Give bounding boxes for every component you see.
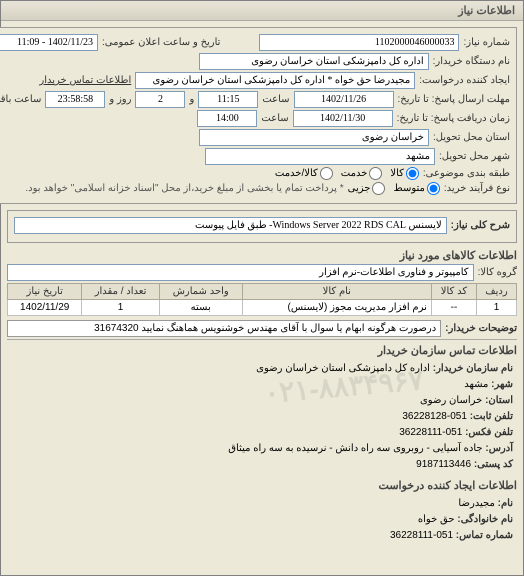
- category-radio-group: کالا خدمت کالا/خدمت: [275, 167, 419, 180]
- time-label-1: ساعت: [262, 94, 289, 105]
- need-desc-input[interactable]: [14, 217, 447, 234]
- org-fax-value: 051-36228111: [399, 427, 462, 438]
- cat-both-radio[interactable]: [320, 167, 333, 180]
- goods-group-input[interactable]: [7, 264, 474, 281]
- table-header-row: ردیف کد کالا نام کالا واحد شمارش تعداد /…: [8, 284, 517, 300]
- pt-minor-radio[interactable]: [372, 182, 385, 195]
- cat-both-option[interactable]: کالا/خدمت: [275, 167, 333, 180]
- need-no-input[interactable]: [259, 34, 459, 51]
- th-name: نام کالا: [242, 284, 431, 300]
- time-label-2: ساعت: [261, 113, 288, 124]
- req-creator-block: نام: مجیدرضا نام خانوادگی: حق خواه شماره…: [7, 494, 517, 546]
- buyer-org-label: نام دستگاه خریدار:: [433, 56, 510, 67]
- req-creator-header: اطلاعات ایجاد کننده درخواست: [7, 479, 517, 492]
- purchase-type-label: نوع فرآیند خرید:: [444, 183, 510, 194]
- org-name-label: نام سازمان خریدار:: [433, 363, 513, 374]
- buyer-notes-box: درصورت هرگونه ابهام یا سوال با آقای مهند…: [7, 320, 441, 337]
- deadline-date-input[interactable]: [294, 91, 394, 108]
- cat-service-label: خدمت: [341, 168, 368, 179]
- need-no-label: شماره نیاز:: [463, 37, 510, 48]
- receive-date-input[interactable]: [293, 110, 393, 127]
- cat-goods-option[interactable]: کالا: [390, 167, 419, 180]
- td-unit: بسته: [159, 300, 242, 316]
- cat-both-label: کالا/خدمت: [275, 168, 318, 179]
- buyer-notes-label: توضیحات خریدار:: [445, 323, 517, 334]
- days-remain-input[interactable]: [135, 91, 185, 108]
- city-label: شهر محل تحویل:: [439, 151, 510, 162]
- org-city-value: مشهد: [464, 379, 488, 390]
- purchase-type-radio-group: متوسط جزیی: [348, 182, 440, 195]
- province-label: استان محل تحویل:: [433, 132, 510, 143]
- org-province-label: استان:: [485, 395, 513, 406]
- cat-goods-label: کالا: [390, 168, 404, 179]
- td-name: نرم افزار مدیریت مجوز (لایسنس): [242, 300, 431, 316]
- remain-label: ساعت باقی مانده: [0, 94, 41, 105]
- buyer-org-input[interactable]: [199, 53, 429, 70]
- pt-medium-option[interactable]: متوسط: [393, 182, 439, 195]
- and-label: و: [189, 94, 194, 105]
- th-date: تاریخ نیاز: [8, 284, 82, 300]
- pt-medium-radio[interactable]: [427, 182, 440, 195]
- td-row: 1: [476, 300, 516, 316]
- cat-service-radio[interactable]: [369, 167, 382, 180]
- main-window: اطلاعات نیاز شماره نیاز: تاریخ و ساعت اع…: [0, 0, 524, 576]
- contact-link[interactable]: اطلاعات تماس خریدار: [39, 75, 131, 86]
- rc-family-label: نام خانوادگی:: [457, 514, 513, 525]
- rc-tel-label: شماره تماس:: [456, 530, 513, 541]
- pt-medium-label: متوسط: [393, 183, 424, 194]
- city-input[interactable]: [205, 148, 435, 165]
- announce-input[interactable]: [0, 34, 98, 51]
- rc-tel-value: 051-36228111: [390, 530, 453, 541]
- category-label: طبقه بندی موضوعی:: [423, 168, 510, 179]
- need-desc-label: شرح کلی نیاز:: [451, 220, 510, 231]
- days-label: روز و: [109, 94, 131, 105]
- pt-minor-label: جزیی: [348, 183, 371, 194]
- org-contact-header: اطلاعات تماس سازمان خریدار: [7, 344, 517, 357]
- deadline-time-input[interactable]: [198, 91, 258, 108]
- org-post-label: کد پستی:: [474, 459, 513, 470]
- cat-service-option[interactable]: خدمت: [341, 167, 383, 180]
- purchase-note: * پرداخت تمام یا بخشی از مبلغ خرید،از مح…: [25, 183, 343, 194]
- creator-label: ایجاد کننده درخواست:: [419, 75, 510, 86]
- th-row: ردیف: [476, 284, 516, 300]
- org-city-label: شهر:: [491, 379, 513, 390]
- receive-time-input[interactable]: [197, 110, 257, 127]
- org-tel-value: 051-36228128: [402, 411, 467, 422]
- announce-label: تاریخ و ساعت اعلان عمومی:: [102, 37, 221, 48]
- goods-header: اطلاعات کالاهای مورد نیاز: [7, 249, 517, 262]
- org-tel-label: تلفن ثابت:: [470, 411, 513, 422]
- org-addr-value: جاده آسیایی - روبروی سه راه دانش - نرسید…: [228, 443, 482, 454]
- need-desc-group: شرح کلی نیاز:: [7, 210, 517, 243]
- province-input[interactable]: [199, 129, 429, 146]
- td-code: --: [431, 300, 476, 316]
- rc-name-label: نام:: [498, 498, 513, 509]
- cat-goods-radio[interactable]: [406, 167, 419, 180]
- org-name-value: اداره کل دامپزشکی استان خراسان رضوی: [256, 363, 430, 374]
- org-contact-block: نام سازمان خریدار: اداره کل دامپزشکی است…: [7, 359, 517, 475]
- table-row[interactable]: 1 -- نرم افزار مدیریت مجوز (لایسنس) بسته…: [8, 300, 517, 316]
- org-addr-label: آدرس:: [485, 443, 513, 454]
- th-qty: تعداد / مقدار: [82, 284, 159, 300]
- org-province-value: خراسان رضوی: [420, 395, 482, 406]
- goods-table: ردیف کد کالا نام کالا واحد شمارش تعداد /…: [7, 283, 517, 316]
- rc-family-value: حق خواه: [418, 514, 455, 525]
- window-title: اطلاعات نیاز: [1, 1, 523, 21]
- org-fax-label: تلفن فکس:: [465, 427, 513, 438]
- td-date: 1402/11/29: [8, 300, 82, 316]
- deadline-label: مهلت ارسال پاسخ: تا تاریخ:: [398, 94, 510, 105]
- goods-group-label: گروه کالا:: [478, 267, 517, 278]
- creator-input[interactable]: [135, 72, 415, 89]
- need-info-group: شماره نیاز: تاریخ و ساعت اعلان عمومی: نا…: [0, 27, 517, 204]
- th-unit: واحد شمارش: [159, 284, 242, 300]
- td-qty: 1: [82, 300, 159, 316]
- org-post-value: 9187113446: [416, 459, 471, 470]
- hms-remain-input[interactable]: [45, 91, 105, 108]
- pt-minor-option[interactable]: جزیی: [348, 182, 386, 195]
- th-code: کد کالا: [431, 284, 476, 300]
- content-area: شماره نیاز: تاریخ و ساعت اعلان عمومی: نا…: [1, 21, 523, 552]
- receive-label: زمان دریافت پاسخ: تا تاریخ:: [397, 113, 510, 124]
- rc-name-value: مجیدرضا: [458, 498, 494, 509]
